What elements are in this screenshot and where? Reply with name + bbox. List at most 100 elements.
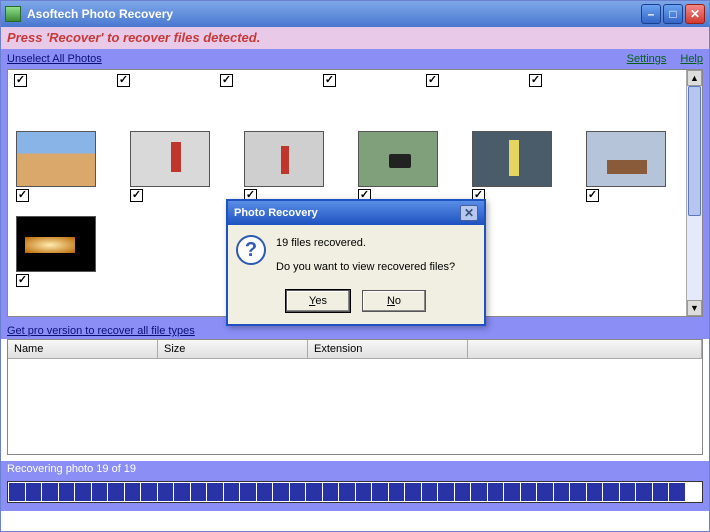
progress-segment: [389, 483, 405, 501]
progress-segment: [438, 483, 454, 501]
photo-thumbnail[interactable]: [472, 131, 552, 187]
progress-segment: [488, 483, 504, 501]
progress-segment: [306, 483, 322, 501]
progress-segment: [455, 483, 471, 501]
progress-segment: [207, 483, 223, 501]
thumbnail-cell: [586, 131, 676, 202]
progress-segment: [422, 483, 438, 501]
column-header-name[interactable]: Name: [8, 340, 158, 358]
progress-segment: [372, 483, 388, 501]
app-window: Asoftech Photo Recovery – □ ✕ Press 'Rec…: [0, 0, 710, 532]
progress-segment: [290, 483, 306, 501]
photo-checkbox[interactable]: [16, 189, 29, 202]
progress-segment: [273, 483, 289, 501]
photo-checkbox[interactable]: [586, 189, 599, 202]
no-button[interactable]: No: [362, 290, 426, 312]
scroll-thumb[interactable]: [688, 86, 701, 216]
photo-thumbnail[interactable]: [16, 216, 96, 272]
progress-segment: [125, 483, 141, 501]
scroll-up-arrow-icon[interactable]: ▲: [687, 70, 702, 86]
question-icon: ?: [236, 235, 266, 265]
progress-segment: [224, 483, 240, 501]
column-header-spacer: [468, 340, 702, 358]
photo-thumbnail[interactable]: [130, 131, 210, 187]
thumbnail-cell: [472, 131, 562, 202]
dialog-titlebar: Photo Recovery ✕: [228, 201, 484, 225]
progress-segment: [75, 483, 91, 501]
progress-segment: [141, 483, 157, 501]
progress-segment: [92, 483, 108, 501]
progress-segment: [653, 483, 669, 501]
progress-segment: [537, 483, 553, 501]
vertical-scrollbar[interactable]: ▲ ▼: [686, 70, 702, 316]
recovery-dialog: Photo Recovery ✕ ? 19 files recovered. D…: [226, 199, 486, 326]
column-header-size[interactable]: Size: [158, 340, 308, 358]
dialog-close-button[interactable]: ✕: [460, 205, 478, 221]
minimize-button[interactable]: –: [641, 4, 661, 24]
dialog-line2: Do you want to view recovered files?: [276, 259, 455, 277]
progress-segment: [521, 483, 537, 501]
progress-segment: [9, 483, 25, 501]
instruction-banner: Press 'Recover' to recover files detecte…: [1, 27, 709, 49]
header-checkbox[interactable]: [323, 74, 336, 87]
progress-segment: [356, 483, 372, 501]
progress-segment: [257, 483, 273, 501]
progress-segment: [471, 483, 487, 501]
thumbnail-cell: [358, 131, 448, 202]
thumbnail-cell: [16, 216, 106, 287]
scroll-track[interactable]: [687, 86, 702, 300]
progress-segment: [158, 483, 174, 501]
column-header-extension[interactable]: Extension: [308, 340, 468, 358]
dialog-title: Photo Recovery: [234, 207, 460, 219]
progress-segment: [108, 483, 124, 501]
yes-button[interactable]: Yes: [286, 290, 350, 312]
progress-segment: [42, 483, 58, 501]
thumbnail-cell: [244, 131, 334, 202]
thumbnail-cell: [130, 131, 220, 202]
settings-link[interactable]: Settings: [627, 53, 667, 65]
help-link[interactable]: Help: [680, 53, 703, 65]
photo-thumbnail[interactable]: [244, 131, 324, 187]
progress-segment: [636, 483, 652, 501]
progress-segment: [620, 483, 636, 501]
scroll-down-arrow-icon[interactable]: ▼: [687, 300, 702, 316]
window-title: Asoftech Photo Recovery: [27, 7, 641, 21]
photo-thumbnail[interactable]: [358, 131, 438, 187]
progress-segment: [26, 483, 42, 501]
progress-segment: [554, 483, 570, 501]
progress-segment: [339, 483, 355, 501]
header-checkbox[interactable]: [426, 74, 439, 87]
header-checkbox[interactable]: [529, 74, 542, 87]
header-checkbox[interactable]: [117, 74, 130, 87]
app-icon: [5, 6, 21, 22]
progress-segment: [686, 483, 702, 501]
photo-thumbnail[interactable]: [16, 131, 96, 187]
status-text: Recovering photo 19 of 19: [7, 461, 703, 477]
progress-segment: [570, 483, 586, 501]
maximize-button[interactable]: □: [663, 4, 683, 24]
photo-checkbox[interactable]: [130, 189, 143, 202]
unselect-all-link[interactable]: Unselect All Photos: [7, 53, 102, 65]
progress-segment: [669, 483, 685, 501]
file-table: Name Size Extension: [7, 339, 703, 455]
close-button[interactable]: ✕: [685, 4, 705, 24]
progress-segment: [59, 483, 75, 501]
progress-segment: [191, 483, 207, 501]
header-checkbox[interactable]: [14, 74, 27, 87]
photo-thumbnail[interactable]: [586, 131, 666, 187]
progress-segment: [323, 483, 339, 501]
progress-segment: [405, 483, 421, 501]
progress-bar: [7, 481, 703, 503]
table-header: Name Size Extension: [8, 340, 702, 359]
dialog-message: 19 files recovered. Do you want to view …: [276, 235, 455, 276]
header-checkbox[interactable]: [220, 74, 233, 87]
progress-segment: [504, 483, 520, 501]
photo-checkbox[interactable]: [16, 274, 29, 287]
progress-segment: [240, 483, 256, 501]
titlebar: Asoftech Photo Recovery – □ ✕: [1, 1, 709, 27]
pro-version-link[interactable]: Get pro version to recover all file type…: [7, 325, 195, 337]
link-toolbar: Unselect All Photos Settings Help: [1, 49, 709, 69]
progress-segment: [603, 483, 619, 501]
thumbnail-cell: [16, 131, 106, 202]
progress-segment: [174, 483, 190, 501]
